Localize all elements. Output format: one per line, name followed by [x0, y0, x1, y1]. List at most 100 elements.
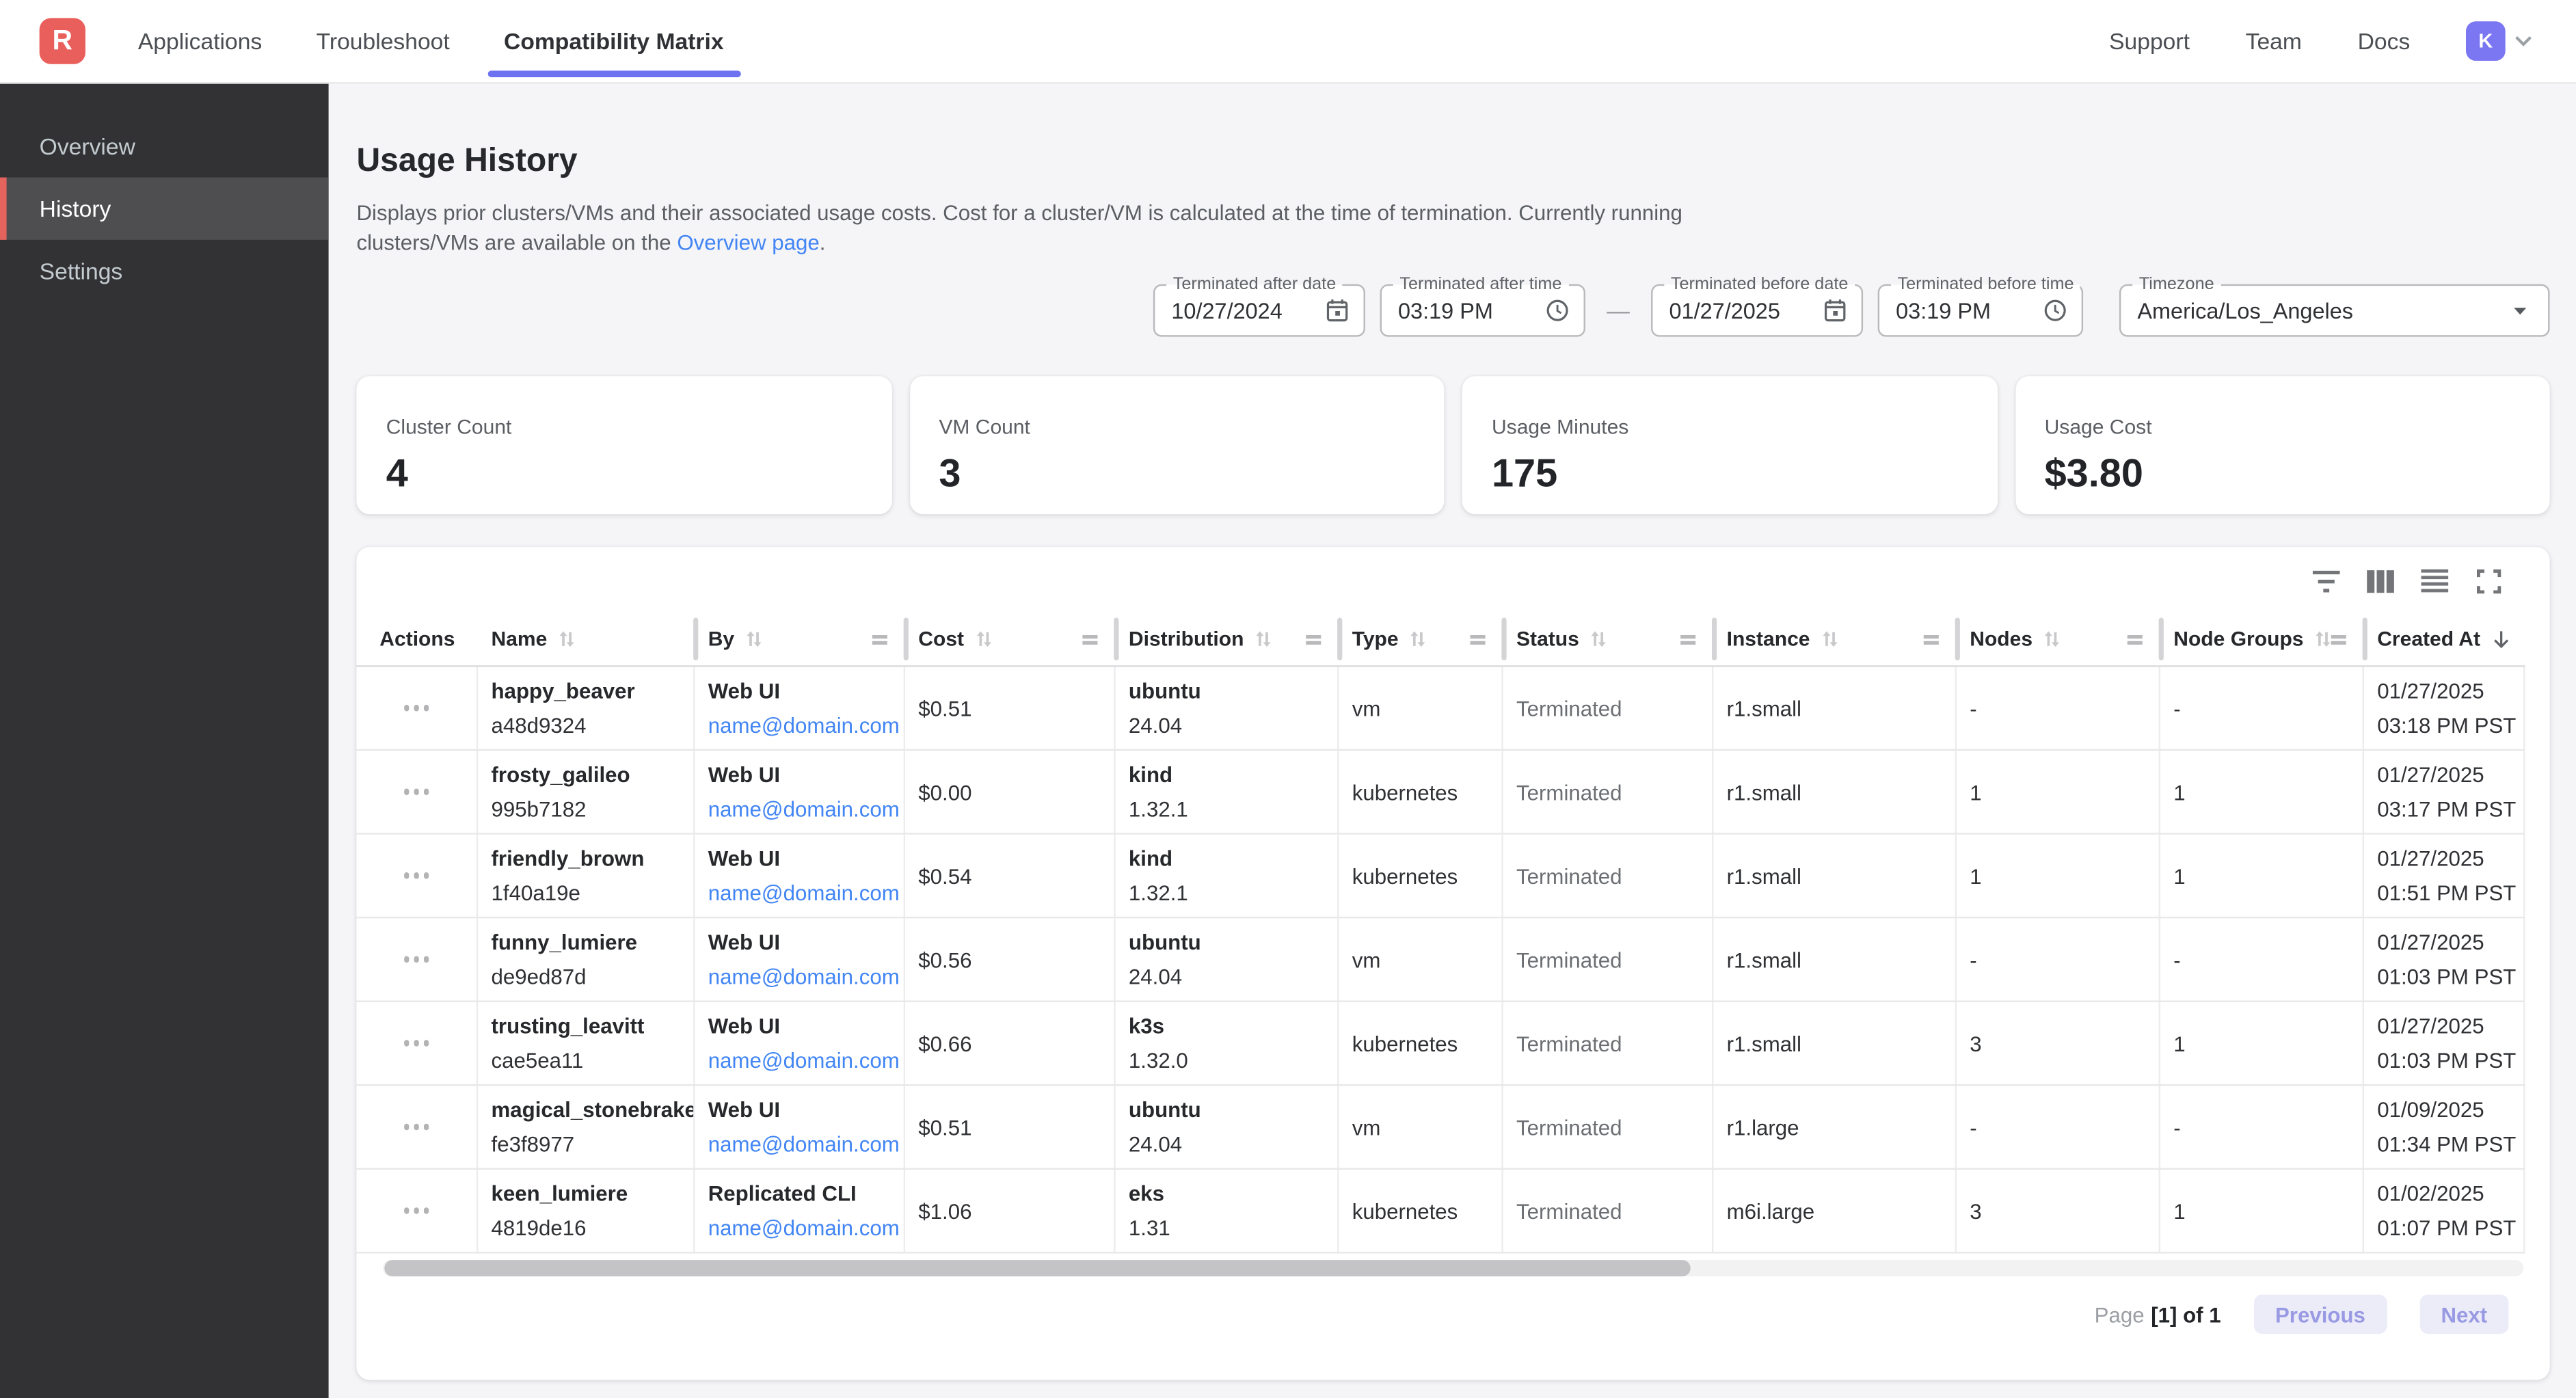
horizontal-scrollbar-track[interactable] — [383, 1260, 2523, 1276]
column-header-distribution[interactable]: Distribution — [1116, 613, 1339, 665]
density-icon — [2417, 563, 2453, 600]
drag-handle-icon[interactable] — [1678, 630, 1699, 648]
user-email-link[interactable]: name@domain.com — [708, 1215, 891, 1240]
terminated-before-time-input[interactable]: Terminated before time 03:19 PM — [1878, 284, 2083, 337]
page-indicator: Page[1] of 1 — [2095, 1302, 2221, 1326]
column-header-type[interactable]: Type — [1339, 613, 1503, 665]
horizontal-scrollbar-thumb[interactable] — [384, 1260, 1690, 1276]
drag-handle-icon[interactable] — [869, 630, 890, 648]
clock-icon[interactable] — [2042, 297, 2068, 323]
caret-down-icon[interactable] — [2506, 296, 2535, 325]
cell-status: Terminated — [1503, 1002, 1714, 1084]
column-resize-handle[interactable] — [1712, 618, 1717, 660]
column-resize-handle[interactable] — [1114, 618, 1118, 660]
top-nav: R Applications Troubleshoot Compatibilit… — [0, 0, 2576, 84]
sort-icon[interactable] — [1819, 628, 1842, 651]
cell-status: Terminated — [1503, 667, 1714, 749]
nav-link-docs[interactable]: Docs — [2358, 28, 2411, 54]
user-email-link[interactable]: name@domain.com — [708, 965, 891, 989]
column-header-instance[interactable]: Instance — [1713, 613, 1957, 665]
chevron-down-icon — [2510, 28, 2536, 54]
account-menu-button[interactable]: K — [2466, 21, 2536, 61]
terminated-after-date-input[interactable]: Terminated after date 10/27/2024 — [1153, 284, 1365, 337]
sort-desc-arrow-icon[interactable] — [2488, 627, 2513, 651]
user-email-link[interactable]: name@domain.com — [708, 1132, 891, 1157]
column-header-status[interactable]: Status — [1503, 613, 1714, 665]
sidebar-item-settings[interactable]: Settings — [0, 240, 329, 302]
column-header-name[interactable]: Name — [478, 613, 695, 665]
row-actions-button[interactable] — [397, 1034, 435, 1053]
row-actions-button[interactable] — [397, 950, 435, 969]
page-description: Displays prior clusters/VMs and their as… — [356, 199, 2549, 256]
pagination: Page[1] of 1 Previous Next — [2095, 1295, 2509, 1334]
timezone-select[interactable]: Timezone America/Los_Angeles — [2119, 284, 2550, 337]
column-header-nodes[interactable]: Nodes — [1957, 613, 2160, 665]
drag-handle-icon[interactable] — [1079, 630, 1101, 648]
column-resize-handle[interactable] — [904, 618, 909, 660]
density-toggle-button[interactable] — [2417, 563, 2453, 600]
row-actions-button[interactable] — [397, 699, 435, 718]
clock-icon[interactable] — [1544, 297, 1570, 323]
user-email-link[interactable]: name@domain.com — [708, 1048, 891, 1073]
terminated-before-date-input[interactable]: Terminated before date 01/27/2025 — [1651, 284, 1863, 337]
column-resize-handle[interactable] — [693, 618, 698, 660]
fullscreen-toggle-button[interactable] — [2471, 563, 2507, 600]
column-header-node-groups[interactable]: Node Groups — [2160, 613, 2364, 665]
nav-link-support[interactable]: Support — [2109, 28, 2190, 54]
tab-troubleshoot[interactable]: Troubleshoot — [317, 0, 450, 82]
stat-label: Usage Minutes — [1492, 416, 1964, 439]
sort-icon[interactable] — [2041, 628, 2064, 651]
row-actions-button[interactable] — [397, 1118, 435, 1137]
calendar-icon[interactable] — [1324, 297, 1350, 323]
sort-icon[interactable] — [1587, 628, 1611, 651]
column-resize-handle[interactable] — [2159, 618, 2164, 660]
sort-icon[interactable] — [555, 628, 578, 651]
timezone-label: Timezone — [2132, 274, 2221, 295]
row-actions-button[interactable] — [397, 782, 435, 801]
cell-actions — [356, 918, 478, 1000]
show-hide-columns-button[interactable] — [2363, 563, 2399, 600]
nav-link-team[interactable]: Team — [2246, 28, 2302, 54]
drag-handle-icon[interactable] — [1920, 630, 1942, 648]
column-resize-handle[interactable] — [1337, 618, 1342, 660]
sidebar-item-history[interactable]: History — [0, 178, 329, 240]
cell-name: friendly_brown 1f40a19e — [478, 835, 695, 917]
user-email-link[interactable]: name@domain.com — [708, 881, 891, 905]
replicated-logo[interactable]: R — [40, 18, 85, 64]
row-actions-button[interactable] — [397, 1201, 435, 1220]
table-toolbar — [2308, 563, 2507, 600]
column-resize-handle[interactable] — [1955, 618, 1960, 660]
cell-node-groups: 1 — [2160, 1002, 2364, 1084]
tab-compatibility-matrix[interactable]: Compatibility Matrix — [504, 0, 724, 82]
cell-by: Web UI name@domain.com — [695, 667, 905, 749]
next-page-button[interactable]: Next — [2419, 1295, 2508, 1334]
tab-applications[interactable]: Applications — [138, 0, 262, 82]
drag-handle-icon[interactable] — [1467, 630, 1488, 648]
fullscreen-icon — [2471, 563, 2507, 600]
terminated-after-time-input[interactable]: Terminated after time 03:19 PM — [1380, 284, 1585, 337]
column-resize-handle[interactable] — [2363, 618, 2367, 660]
column-resize-handle[interactable] — [1501, 618, 1506, 660]
user-email-link[interactable]: name@domain.com — [708, 796, 891, 821]
overview-page-link[interactable]: Overview page — [677, 229, 819, 254]
user-email-link[interactable]: name@domain.com — [708, 713, 891, 738]
drag-handle-icon[interactable] — [1303, 630, 1324, 648]
cell-status: Terminated — [1503, 918, 1714, 1000]
sort-icon[interactable] — [1252, 628, 1275, 651]
sort-icon[interactable] — [742, 628, 766, 651]
column-header-cost[interactable]: Cost — [905, 613, 1116, 665]
page-title: Usage History — [356, 143, 2549, 180]
sidebar-item-overview[interactable]: Overview — [0, 115, 329, 177]
sort-icon[interactable] — [1407, 628, 1430, 651]
sort-icon[interactable] — [972, 628, 995, 651]
filter-list-button[interactable] — [2308, 563, 2344, 600]
row-actions-button[interactable] — [397, 866, 435, 885]
previous-page-button[interactable]: Previous — [2254, 1295, 2387, 1334]
cell-distribution: eks 1.31 — [1116, 1170, 1339, 1252]
stat-label: Cluster Count — [386, 416, 859, 439]
drag-handle-icon[interactable] — [2124, 630, 2145, 648]
calendar-icon[interactable] — [1822, 297, 1848, 323]
column-header-created-at[interactable]: Created At — [2364, 613, 2525, 665]
drag-handle-icon[interactable] — [2328, 630, 2349, 648]
column-header-by[interactable]: By — [695, 613, 905, 665]
